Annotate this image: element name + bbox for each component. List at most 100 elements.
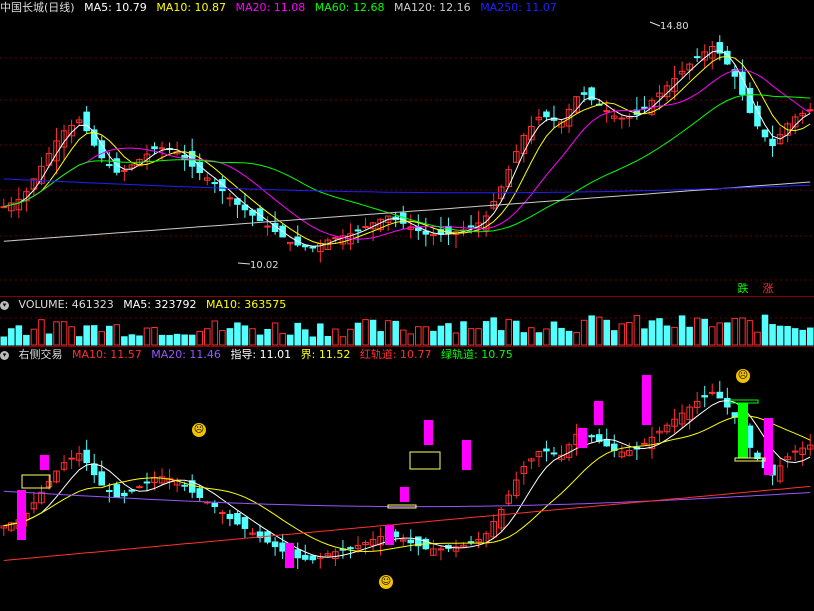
volume-bar bbox=[166, 335, 173, 346]
volume-bar bbox=[384, 320, 392, 346]
candle-body bbox=[226, 513, 234, 520]
volume-bar bbox=[467, 328, 475, 346]
candle-body bbox=[241, 517, 249, 529]
candle-body bbox=[0, 206, 8, 209]
kline-chart: 14.80 10.02 bbox=[0, 21, 814, 569]
candle-body bbox=[641, 106, 648, 109]
volume-bar bbox=[399, 329, 407, 346]
volume-bar bbox=[437, 325, 445, 346]
candle-body bbox=[588, 435, 595, 438]
candle-body bbox=[181, 484, 188, 487]
volume-bar bbox=[716, 322, 724, 346]
candle-body bbox=[98, 471, 106, 486]
volume-bar bbox=[354, 322, 362, 346]
candle-body bbox=[264, 225, 271, 228]
candle-body bbox=[151, 146, 158, 150]
volume-bar bbox=[445, 323, 452, 346]
candle-body bbox=[716, 391, 724, 399]
candle-body bbox=[234, 513, 241, 525]
volume-bar bbox=[30, 328, 38, 346]
signal-bar bbox=[578, 428, 587, 448]
volume-bar bbox=[769, 324, 776, 346]
candle-body bbox=[693, 56, 701, 59]
candle-body bbox=[279, 542, 286, 552]
price-ma-lines bbox=[3, 49, 811, 247]
volume-bars bbox=[0, 314, 814, 346]
volume-bar bbox=[626, 322, 633, 346]
candle-body bbox=[708, 391, 716, 394]
volume-bar bbox=[573, 331, 580, 346]
volume-bar bbox=[173, 333, 181, 346]
volume-bar bbox=[301, 329, 309, 346]
volume-bar bbox=[806, 327, 814, 346]
volume-bar bbox=[528, 327, 535, 346]
volume-bar bbox=[143, 327, 151, 346]
candle-body bbox=[68, 457, 75, 460]
volume-bar bbox=[279, 332, 286, 346]
volume-bar bbox=[422, 326, 430, 346]
candle-body bbox=[143, 481, 151, 484]
volume-bar bbox=[294, 322, 301, 346]
candle-body bbox=[603, 438, 610, 447]
candle-body bbox=[618, 117, 626, 120]
volume-bar bbox=[90, 325, 98, 346]
candle-body bbox=[437, 548, 445, 551]
candle-body bbox=[309, 555, 317, 561]
candle-body bbox=[354, 229, 362, 232]
volume-bar bbox=[724, 322, 731, 346]
candle-body bbox=[271, 541, 279, 548]
candle-body bbox=[761, 129, 769, 138]
candle-body bbox=[83, 449, 90, 464]
volume-bar bbox=[686, 326, 693, 346]
volume-bar bbox=[106, 325, 113, 346]
volume-bar bbox=[196, 330, 204, 346]
volume-bar bbox=[347, 328, 354, 346]
volume-bar bbox=[415, 326, 422, 346]
candle-body bbox=[580, 92, 588, 95]
volume-bar bbox=[15, 325, 23, 346]
volume-bar bbox=[113, 324, 121, 346]
volume-bar bbox=[641, 328, 648, 346]
signal-bar bbox=[385, 525, 394, 545]
volume-bar bbox=[799, 329, 806, 346]
signal-bar bbox=[285, 543, 294, 568]
indicator-lines bbox=[3, 375, 811, 568]
candle-body bbox=[113, 484, 121, 498]
ma120-line bbox=[3, 181, 811, 242]
volume-bar bbox=[121, 336, 128, 346]
volume-bar bbox=[219, 330, 226, 346]
volume-bar bbox=[558, 327, 565, 346]
signal-bar bbox=[642, 375, 651, 425]
candle-body bbox=[543, 448, 550, 452]
volume-bar bbox=[158, 334, 166, 346]
volume-bar bbox=[60, 321, 68, 346]
candle-body bbox=[211, 502, 219, 508]
volume-bar bbox=[656, 318, 663, 346]
signal-bar bbox=[400, 487, 409, 502]
volume-bar bbox=[580, 319, 588, 346]
volume-bar bbox=[633, 315, 641, 346]
candle-body bbox=[294, 549, 301, 559]
volume-bar bbox=[693, 317, 701, 346]
signal-bar bbox=[17, 490, 26, 540]
candle-body bbox=[90, 463, 98, 476]
volume-bar bbox=[708, 326, 716, 346]
candle-body bbox=[121, 169, 128, 172]
volume-bar bbox=[181, 334, 188, 346]
volume-bar bbox=[226, 328, 234, 346]
volume-bar bbox=[754, 331, 761, 346]
candle-body bbox=[264, 531, 271, 543]
volume-bar bbox=[611, 330, 618, 346]
volume-bar bbox=[211, 320, 219, 346]
signal-bar bbox=[462, 440, 471, 470]
volume-bar bbox=[490, 317, 497, 346]
volume-bar bbox=[603, 319, 610, 346]
volume-bar bbox=[550, 321, 558, 346]
volume-bar bbox=[136, 335, 143, 346]
green-signal-bar bbox=[738, 403, 748, 458]
volume-bar bbox=[543, 328, 550, 346]
volume-bar bbox=[38, 319, 45, 346]
volume-bar bbox=[663, 325, 671, 346]
candle-body bbox=[603, 110, 610, 113]
volume-bar bbox=[23, 334, 30, 346]
